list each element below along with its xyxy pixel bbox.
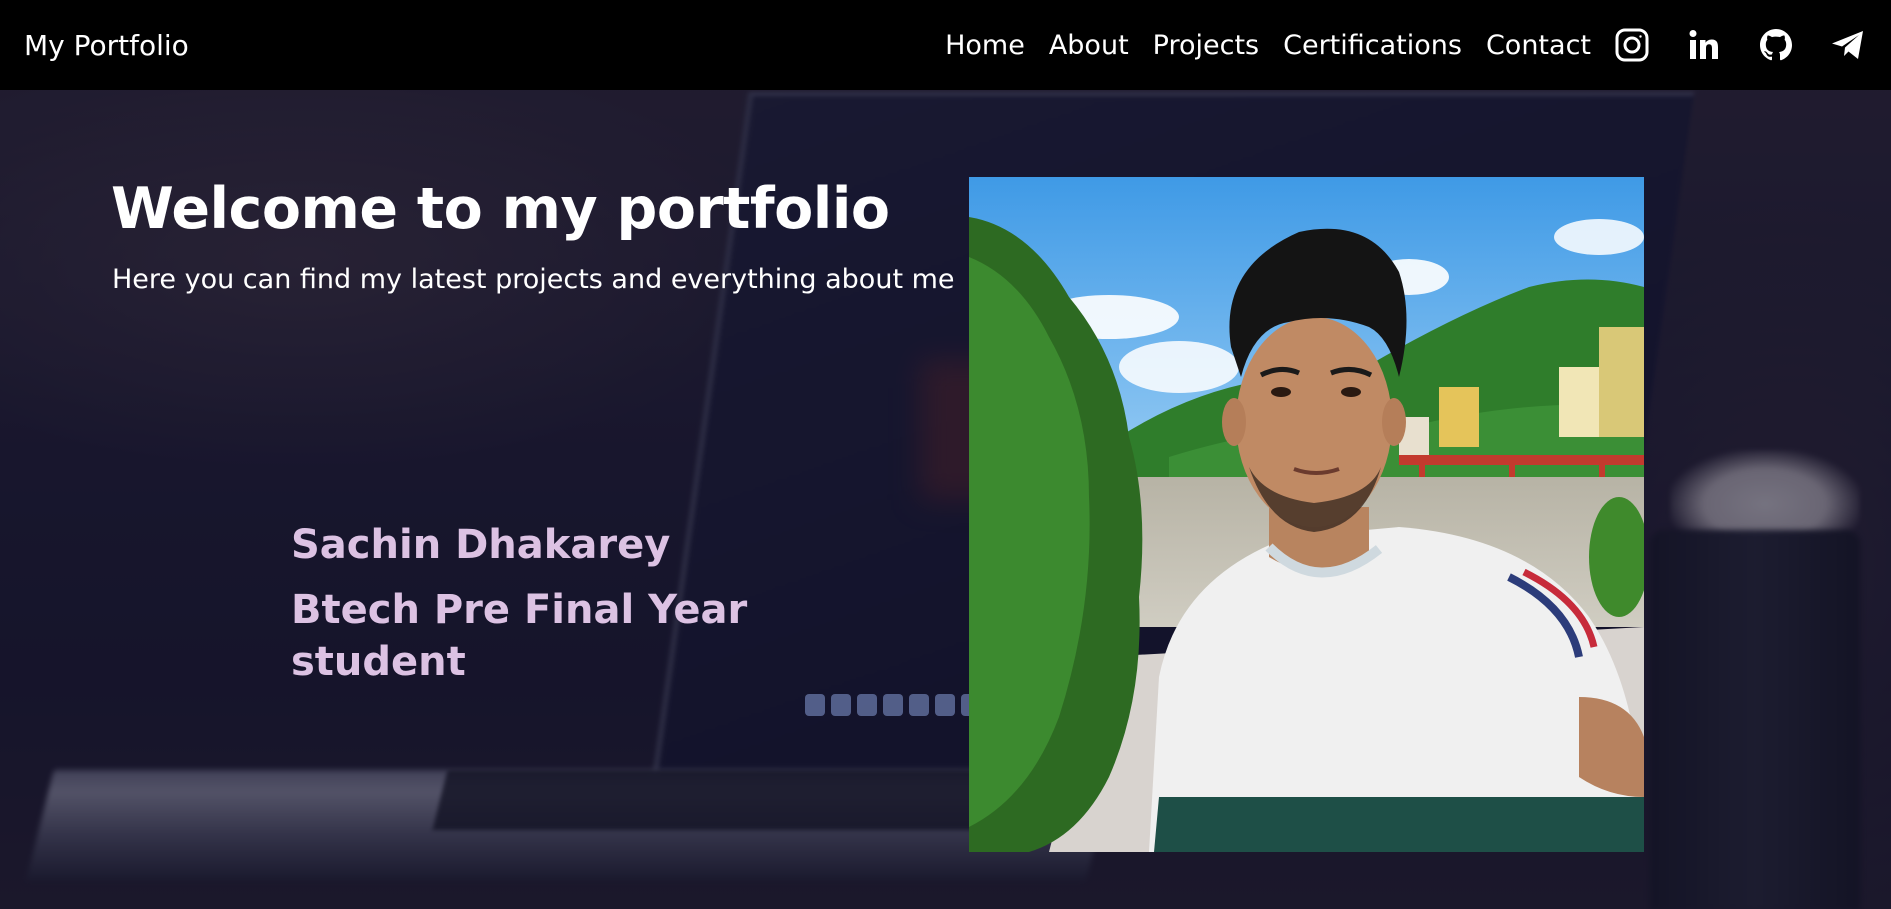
nav-link-projects[interactable]: Projects: [1153, 30, 1259, 61]
profile-photo: [969, 177, 1644, 852]
social-links: [1613, 26, 1867, 64]
linkedin-icon[interactable]: [1685, 26, 1723, 64]
nav-link-home[interactable]: Home: [945, 30, 1025, 61]
hero-subtitle: Here you can find my latest projects and…: [112, 264, 955, 295]
brand-link[interactable]: My Portfolio: [24, 29, 189, 62]
nav-link-certifications[interactable]: Certifications: [1283, 30, 1462, 61]
hero-title: Welcome to my portfolio: [111, 176, 890, 242]
telegram-icon[interactable]: [1829, 26, 1867, 64]
nav-link-contact[interactable]: Contact: [1486, 30, 1591, 61]
top-navbar: My Portfolio Home About Projects Certifi…: [0, 0, 1891, 90]
instagram-icon[interactable]: [1613, 26, 1651, 64]
nav-link-about[interactable]: About: [1049, 30, 1129, 61]
nav-right: Home About Projects Certifications Conta…: [921, 26, 1867, 64]
person-name: Sachin Dhakarey: [291, 522, 671, 568]
background-dock: [805, 694, 981, 716]
person-role: Btech Pre Final Year student: [291, 587, 748, 685]
portfolio-page: My Portfolio Home About Projects Certifi…: [0, 0, 1891, 909]
github-icon[interactable]: [1757, 26, 1795, 64]
